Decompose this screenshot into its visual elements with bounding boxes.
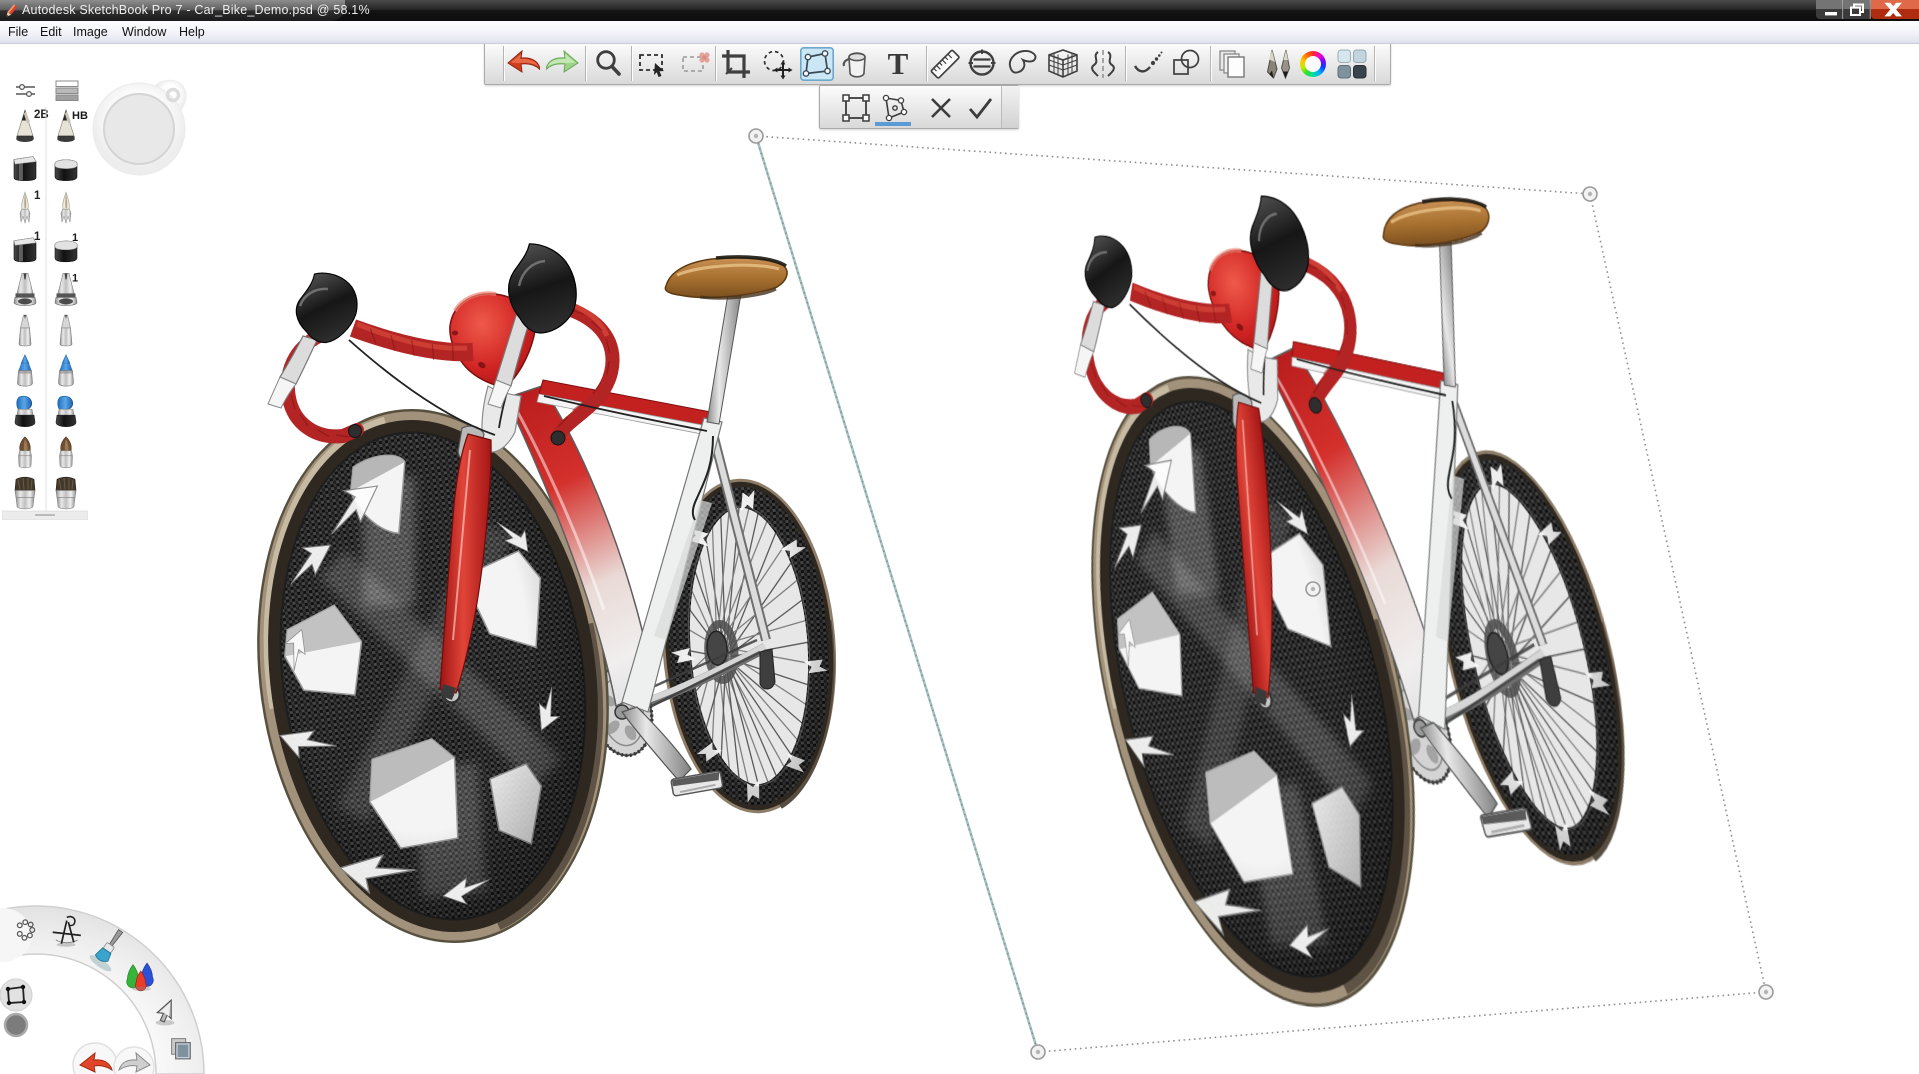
svg-text:T: T bbox=[888, 47, 909, 81]
svg-text:1: 1 bbox=[72, 272, 78, 284]
svg-text:1: 1 bbox=[34, 190, 41, 202]
svg-text:1: 1 bbox=[72, 232, 78, 244]
svg-text:1: 1 bbox=[34, 231, 41, 243]
svg-text:HB: HB bbox=[72, 110, 88, 122]
